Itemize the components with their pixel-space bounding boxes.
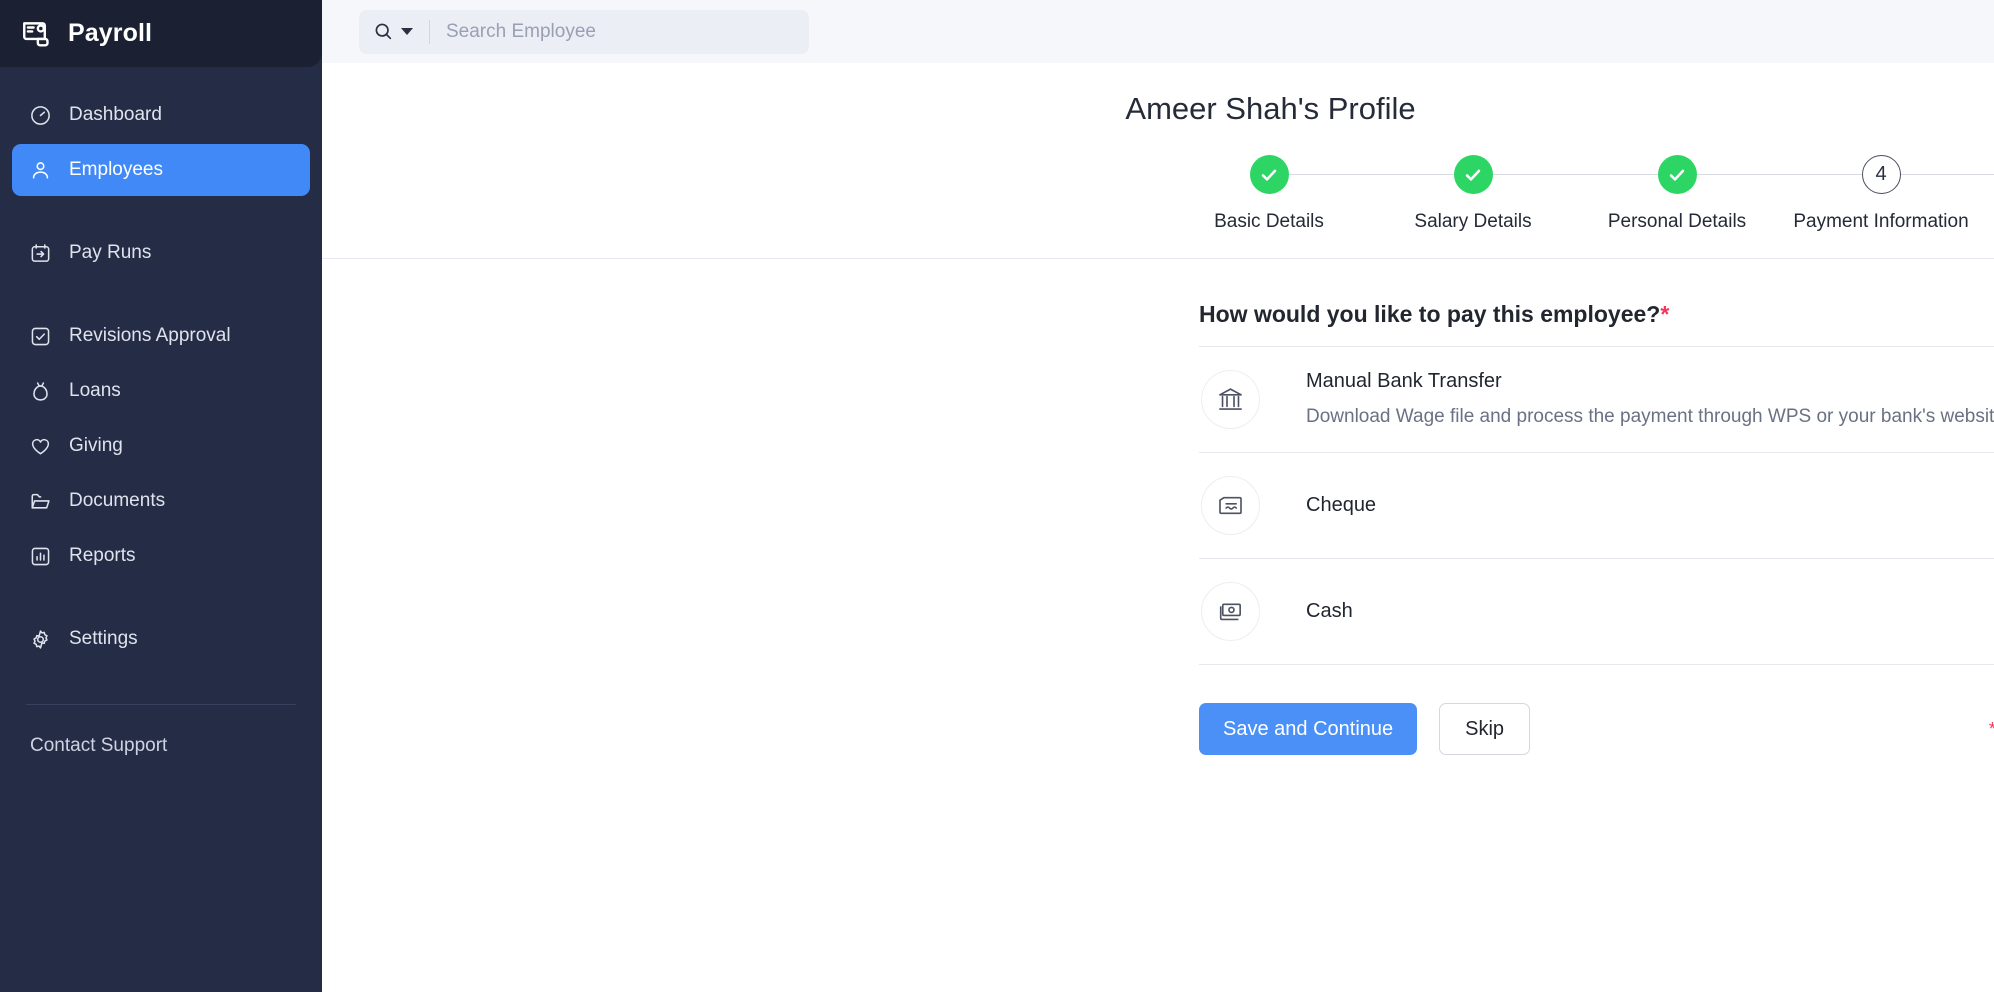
cheque-icon bbox=[1201, 476, 1260, 535]
step-basic-details[interactable]: Basic Details bbox=[1167, 155, 1371, 233]
required-marker: * bbox=[1660, 301, 1669, 327]
step-marker-row: 4 bbox=[1779, 155, 1983, 194]
step-label: Payment Information bbox=[1793, 211, 1968, 233]
step-number: 4 bbox=[1862, 155, 1901, 194]
step-connector-right bbox=[1289, 174, 1372, 176]
sidebar-item-revisions-approval[interactable]: Revisions Approval bbox=[12, 310, 310, 362]
search-icon bbox=[373, 21, 394, 42]
sidebar-item-label: Dashboard bbox=[69, 104, 162, 126]
calendar-arrow-icon bbox=[29, 242, 52, 265]
topbar bbox=[322, 0, 1994, 63]
app-root: Payroll Dashboard Employees bbox=[0, 0, 1994, 992]
sidebar-item-label: Reports bbox=[69, 545, 136, 567]
save-and-continue-button[interactable]: Save and Continue bbox=[1199, 703, 1417, 755]
nav-spacer bbox=[12, 282, 310, 310]
sidebar-item-label: Settings bbox=[69, 628, 138, 650]
payment-option-title: Cash bbox=[1306, 596, 1994, 627]
step-connector-left bbox=[1575, 174, 1658, 176]
step-connector-right bbox=[1901, 174, 1984, 176]
step-connector-left bbox=[1779, 174, 1862, 176]
step-marker-row bbox=[1371, 155, 1575, 194]
payment-option-cheque[interactable]: Cheque bbox=[1199, 453, 1994, 559]
step-label: Personal Details bbox=[1608, 211, 1746, 233]
bank-icon bbox=[1201, 370, 1260, 429]
step-label: Salary Details bbox=[1414, 211, 1531, 233]
payment-option-text: Cash bbox=[1260, 596, 1994, 627]
contact-support-link[interactable]: Contact Support bbox=[0, 705, 322, 757]
step-connector-right bbox=[1493, 174, 1576, 176]
sidebar-item-giving[interactable]: Giving bbox=[12, 420, 310, 472]
step-marker-row bbox=[1167, 155, 1371, 194]
step-personal-details[interactable]: Personal Details bbox=[1575, 155, 1779, 233]
nav-spacer bbox=[12, 585, 310, 613]
sidebar-item-label: Employees bbox=[69, 159, 163, 181]
payment-option-text: Cheque bbox=[1260, 490, 1994, 521]
user-icon bbox=[29, 159, 52, 182]
gauge-icon bbox=[29, 104, 52, 127]
step-marker-row: 5 bbox=[1983, 155, 1994, 194]
sidebar-item-label: Loans bbox=[69, 380, 121, 402]
step-label: Basic Details bbox=[1214, 211, 1324, 233]
payment-option-title: Manual Bank Transfer bbox=[1306, 366, 1994, 397]
sidebar-item-employees[interactable]: Employees bbox=[12, 144, 310, 196]
payment-method-form: How would you like to pay this employee?… bbox=[1199, 259, 1994, 755]
payment-option-text: Manual Bank Transfer Download Wage file … bbox=[1260, 366, 1994, 433]
step-payment-information[interactable]: 4 Payment Information bbox=[1779, 155, 1983, 233]
sidebar-item-label: Documents bbox=[69, 490, 165, 512]
gear-icon bbox=[29, 628, 52, 651]
step-status-complete-icon bbox=[1658, 155, 1697, 194]
form-question: How would you like to pay this employee?… bbox=[1199, 301, 1994, 347]
sidebar-item-label: Revisions Approval bbox=[69, 325, 231, 347]
step-connector-right bbox=[1697, 174, 1780, 176]
sidebar: Payroll Dashboard Employees bbox=[0, 0, 322, 992]
mandatory-fields-note: * indicates mandatory fields bbox=[1989, 719, 1994, 740]
payment-option-description: Download Wage file and process the payme… bbox=[1306, 402, 1994, 433]
form-body: How would you like to pay this employee?… bbox=[322, 259, 1994, 755]
skip-button[interactable]: Skip bbox=[1439, 703, 1530, 755]
cash-icon bbox=[1201, 582, 1260, 641]
sidebar-item-loans[interactable]: Loans bbox=[12, 365, 310, 417]
progress-stepper: Basic Details Salary Details bbox=[1167, 127, 1994, 258]
bar-chart-icon bbox=[29, 545, 52, 568]
sidebar-item-label: Giving bbox=[69, 435, 123, 457]
search-box[interactable] bbox=[359, 10, 809, 54]
form-actions: Save and Continue Skip * indicates manda… bbox=[1199, 665, 1994, 755]
nav-spacer bbox=[12, 199, 310, 227]
brand-name: Payroll bbox=[68, 19, 152, 48]
step-status-complete-icon bbox=[1250, 155, 1289, 194]
payment-option-cash[interactable]: Cash bbox=[1199, 559, 1994, 665]
search-scope-dropdown[interactable] bbox=[373, 21, 413, 42]
folder-icon bbox=[29, 490, 52, 513]
step-connector-left bbox=[1371, 174, 1454, 176]
chevron-down-icon bbox=[401, 28, 413, 35]
sidebar-item-pay-runs[interactable]: Pay Runs bbox=[12, 227, 310, 279]
sidebar-item-label: Pay Runs bbox=[69, 242, 151, 264]
sidebar-item-documents[interactable]: Documents bbox=[12, 475, 310, 527]
payment-option-manual-bank-transfer[interactable]: Manual Bank Transfer Download Wage file … bbox=[1199, 347, 1994, 453]
search-input[interactable] bbox=[446, 21, 776, 43]
page-title: Ameer Shah's Profile bbox=[324, 63, 1994, 127]
money-bag-icon bbox=[29, 380, 52, 403]
check-square-icon bbox=[29, 325, 52, 348]
sidebar-nav: Dashboard Employees bbox=[0, 67, 322, 668]
step-status-complete-icon bbox=[1454, 155, 1493, 194]
step-marker-row bbox=[1575, 155, 1779, 194]
step-connector-left bbox=[1983, 174, 1994, 176]
step-salary-details[interactable]: Salary Details bbox=[1371, 155, 1575, 233]
form-question-text: How would you like to pay this employee? bbox=[1199, 301, 1660, 327]
sidebar-item-reports[interactable]: Reports bbox=[12, 530, 310, 582]
step-documents[interactable]: 5 Documents bbox=[1983, 155, 1994, 233]
payment-option-title: Cheque bbox=[1306, 490, 1994, 521]
search-divider bbox=[429, 20, 430, 44]
profile-header-panel: Ameer Shah's Profile Basic Details bbox=[322, 63, 1994, 259]
sidebar-item-dashboard[interactable]: Dashboard bbox=[12, 89, 310, 141]
main-content: Ameer Shah's Profile Basic Details bbox=[322, 0, 1994, 992]
sidebar-brand[interactable]: Payroll bbox=[0, 0, 322, 67]
sidebar-item-settings[interactable]: Settings bbox=[12, 613, 310, 665]
payroll-badge-icon bbox=[20, 17, 54, 51]
heart-icon bbox=[29, 435, 52, 458]
